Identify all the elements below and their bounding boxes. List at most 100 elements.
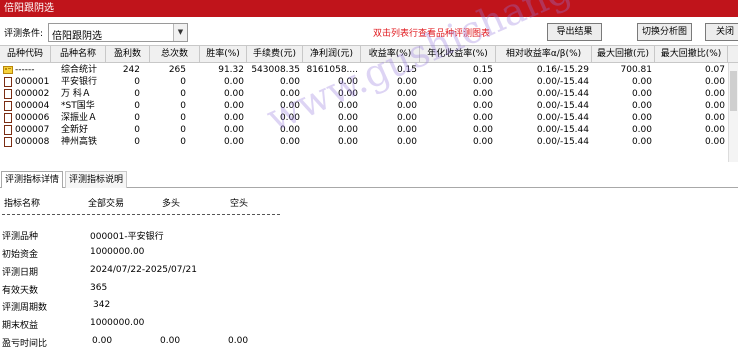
cell-winrate: 0.00	[223, 125, 244, 135]
table-row[interactable]: ------ 综合统计 242 265 91.32 543008.35 8161058...…	[0, 64, 738, 76]
detail-value: 2024/07/22-2025/07/21	[90, 265, 197, 275]
cell-winrate: 0.00	[223, 89, 244, 99]
cell-dd: 0.00	[631, 89, 652, 99]
detail-col-all: 全部交易	[88, 199, 125, 209]
cell-code: 000007	[15, 125, 50, 135]
cell-code: 000008	[15, 137, 50, 147]
detail-col-short: 空头	[230, 199, 249, 209]
cell-annual: 0.00	[472, 113, 493, 123]
cell-winrate: 0.00	[223, 137, 244, 147]
switch-chart-button[interactable]: 切换分析图	[637, 23, 692, 41]
detail-col-long: 多头	[162, 199, 181, 209]
cell-profit: 0.00	[337, 137, 358, 147]
col-header-return[interactable]: 收益率(%)	[361, 46, 420, 62]
cell-wins: 0	[134, 113, 140, 123]
hint-text: 双击列表行查看品种评测图表	[373, 29, 491, 39]
detail-label: 期末权益	[2, 321, 39, 331]
detail-value-short: 0.00	[228, 336, 249, 346]
table-row[interactable]: 000007 全新好 0 0 0.00 0.00 0.00 0.00 0.00 0.00/-15.…	[0, 124, 738, 136]
cell-ddr: 0.00	[704, 89, 725, 99]
cell-winrate: 0.00	[223, 113, 244, 123]
close-button[interactable]: 关闭	[705, 23, 738, 41]
cell-name: 平安银行	[61, 77, 98, 87]
cell-profit: 8161058....	[306, 65, 358, 75]
window-title: 倍阳跟阴选	[0, 0, 738, 17]
condition-value: 倍阳跟阴选	[52, 31, 102, 42]
cell-annual: 0.00	[472, 101, 493, 111]
cell-profit: 0.00	[337, 77, 358, 87]
col-header-drawdown[interactable]: 最大回撤(元)	[592, 46, 655, 62]
cell-ret: 0.00	[396, 125, 417, 135]
cell-fee: 543008.35	[251, 65, 300, 75]
cell-code: ------	[15, 65, 35, 75]
detail-label: 评测周期数	[2, 303, 48, 313]
cell-wins: 0	[134, 125, 140, 135]
col-header-wins[interactable]: 盈利数	[106, 46, 150, 62]
cell-ddr: 0.00	[704, 125, 725, 135]
detail-value-all: 0.00	[92, 336, 113, 346]
condition-select[interactable]: 倍阳跟阴选 ▼	[48, 23, 188, 42]
cell-ret: 0.00	[396, 101, 417, 111]
chevron-down-icon[interactable]: ▼	[173, 24, 187, 41]
cell-fee: 0.00	[279, 125, 300, 135]
col-header-fee[interactable]: 手续费(元)	[247, 46, 303, 62]
cell-ret: 0.00	[396, 113, 417, 123]
cell-dd: 700.81	[620, 65, 653, 75]
table-row[interactable]: 000001 平安银行 0 0 0.00 0.00 0.00 0.00 0.00 0.00/-15…	[0, 76, 738, 88]
cell-code: 000001	[15, 77, 50, 87]
cell-wins: 0	[134, 77, 140, 87]
export-button[interactable]: 导出结果	[547, 23, 602, 41]
cell-annual: 0.15	[472, 65, 493, 75]
stock-icon	[3, 77, 13, 87]
col-header-annual[interactable]: 年化收益率(%)	[420, 46, 496, 62]
cell-rel: 0.00/-15.44	[536, 89, 589, 99]
stock-icon	[3, 89, 13, 99]
stock-icon	[3, 101, 13, 111]
cell-profit: 0.00	[337, 113, 358, 123]
stock-icon	[3, 137, 13, 147]
cell-ret: 0.00	[396, 89, 417, 99]
cell-winrate: 91.32	[218, 65, 244, 75]
table-row[interactable]: 000006 深振业Ａ 0 0 0.00 0.00 0.00 0.00 0.00 0.00/-15…	[0, 112, 738, 124]
col-header-total[interactable]: 总次数	[150, 46, 200, 62]
col-header-drawdown-ratio[interactable]: 最大回撤比(%)	[655, 46, 728, 62]
cell-annual: 0.00	[472, 89, 493, 99]
cell-name: 深振业Ａ	[61, 113, 98, 123]
col-header-profit[interactable]: 净利润(元)	[303, 46, 361, 62]
cell-ddr: 0.00	[704, 137, 725, 147]
detail-label: 初始资金	[2, 250, 39, 260]
table-scrollbar[interactable]	[728, 63, 738, 162]
detail-divider	[2, 214, 280, 215]
detail-label: 有效天数	[2, 286, 39, 296]
col-header-relative[interactable]: 相对收益率α/β(%)	[496, 46, 592, 62]
cell-wins: 242	[122, 65, 140, 75]
cell-ddr: 0.00	[704, 101, 725, 111]
cell-wins: 0	[134, 101, 140, 111]
strategy-evaluation-window: 倍阳跟阴选 评测条件: 倍阳跟阴选 ▼ 双击列表行查看品种评测图表 导出结果 切…	[0, 0, 738, 353]
col-header-code[interactable]: 品种代码	[0, 46, 51, 62]
col-header-name[interactable]: 品种名称	[51, 46, 106, 62]
cell-code: 000006	[15, 113, 50, 123]
cell-fee: 0.00	[279, 77, 300, 87]
table-row[interactable]: 000004 *ST国华 0 0 0.00 0.00 0.00 0.00 0.00 0.00/-1…	[0, 100, 738, 112]
cell-total: 0	[180, 137, 186, 147]
tab-explanation[interactable]: 评测指标说明	[65, 171, 128, 188]
cell-ret: 0.00	[396, 77, 417, 87]
cell-annual: 0.00	[472, 77, 493, 87]
cell-winrate: 0.00	[223, 77, 244, 87]
cell-profit: 0.00	[337, 89, 358, 99]
cell-ddr: 0.00	[704, 77, 725, 87]
table-row[interactable]: 000002 万 科Ａ 0 0 0.00 0.00 0.00 0.00 0.00 0.00/-15…	[0, 88, 738, 100]
cell-name: 万 科Ａ	[61, 89, 91, 99]
scrollbar-thumb[interactable]	[730, 71, 737, 111]
cell-total: 0	[180, 125, 186, 135]
col-header-winrate[interactable]: 胜率(%)	[200, 46, 247, 62]
tab-detail[interactable]: 评测指标详情	[1, 171, 64, 188]
cell-rel: 0.00/-15.44	[536, 113, 589, 123]
cell-fee: 0.00	[279, 89, 300, 99]
cell-profit: 0.00	[337, 101, 358, 111]
cell-code: 000004	[15, 101, 50, 111]
cell-name: 全新好	[61, 125, 89, 135]
table-row[interactable]: 000008 神州高铁 0 0 0.00 0.00 0.00 0.00 0.00 0.00/-15…	[0, 136, 738, 148]
cell-rel: 0.00/-15.44	[536, 101, 589, 111]
